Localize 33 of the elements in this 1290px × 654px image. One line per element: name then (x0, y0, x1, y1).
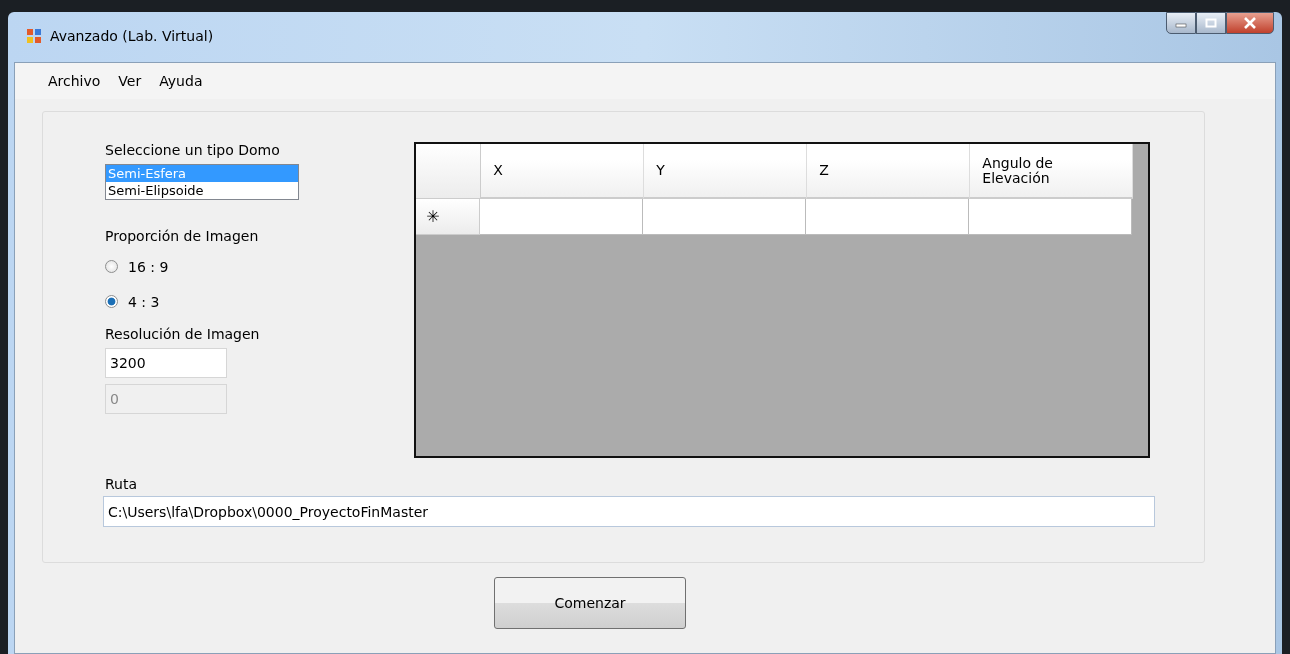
menu-item[interactable]: Ver (109, 73, 151, 89)
app-icon (26, 28, 42, 44)
column-header[interactable]: Angulo de Elevación (970, 144, 1134, 199)
window-title: Avanzado (Lab. Virtual) (50, 28, 214, 44)
maximize-icon (1205, 18, 1217, 28)
table-cell[interactable] (806, 199, 970, 235)
path-field[interactable]: C:\Users\lfa\Dropbox\0000_ProyectoFinMaster (103, 496, 1155, 527)
table-cell[interactable] (480, 199, 644, 235)
table-cell[interactable] (969, 199, 1133, 235)
resolution-field[interactable]: 3200 (105, 348, 227, 378)
path-label: Ruta (105, 476, 139, 492)
new-row-marker: ✳ (416, 199, 481, 235)
column-header[interactable]: Z (807, 144, 971, 199)
radio-label[interactable]: 16 : 9 (128, 258, 169, 275)
radio-label[interactable]: 4 : 3 (128, 293, 160, 310)
dome-type-label: Seleccione un tipo Domo (105, 142, 280, 158)
radio-button[interactable] (105, 260, 118, 273)
maximize-button[interactable] (1196, 12, 1226, 34)
menu-item[interactable]: Ayuda (150, 73, 212, 89)
column-header[interactable]: X (481, 144, 645, 199)
ratio-label: Proporción de Imagen (105, 228, 259, 244)
row-header-corner (416, 144, 482, 199)
column-header[interactable]: Y (644, 144, 808, 199)
menu-item[interactable]: Archivo (39, 73, 110, 89)
table-cell[interactable] (643, 199, 807, 235)
close-button[interactable] (1226, 12, 1274, 34)
minimize-button[interactable] (1166, 12, 1196, 34)
radio-button[interactable] (105, 295, 118, 308)
resolution-label: Resolución de Imagen (105, 326, 260, 342)
list-item[interactable]: Semi-Elipsoide (106, 182, 298, 199)
start-button[interactable]: Comenzar (494, 577, 686, 629)
dome-type-list[interactable]: Semi-Esfera Semi-Elipsoide (105, 164, 299, 200)
close-icon (1243, 17, 1257, 29)
